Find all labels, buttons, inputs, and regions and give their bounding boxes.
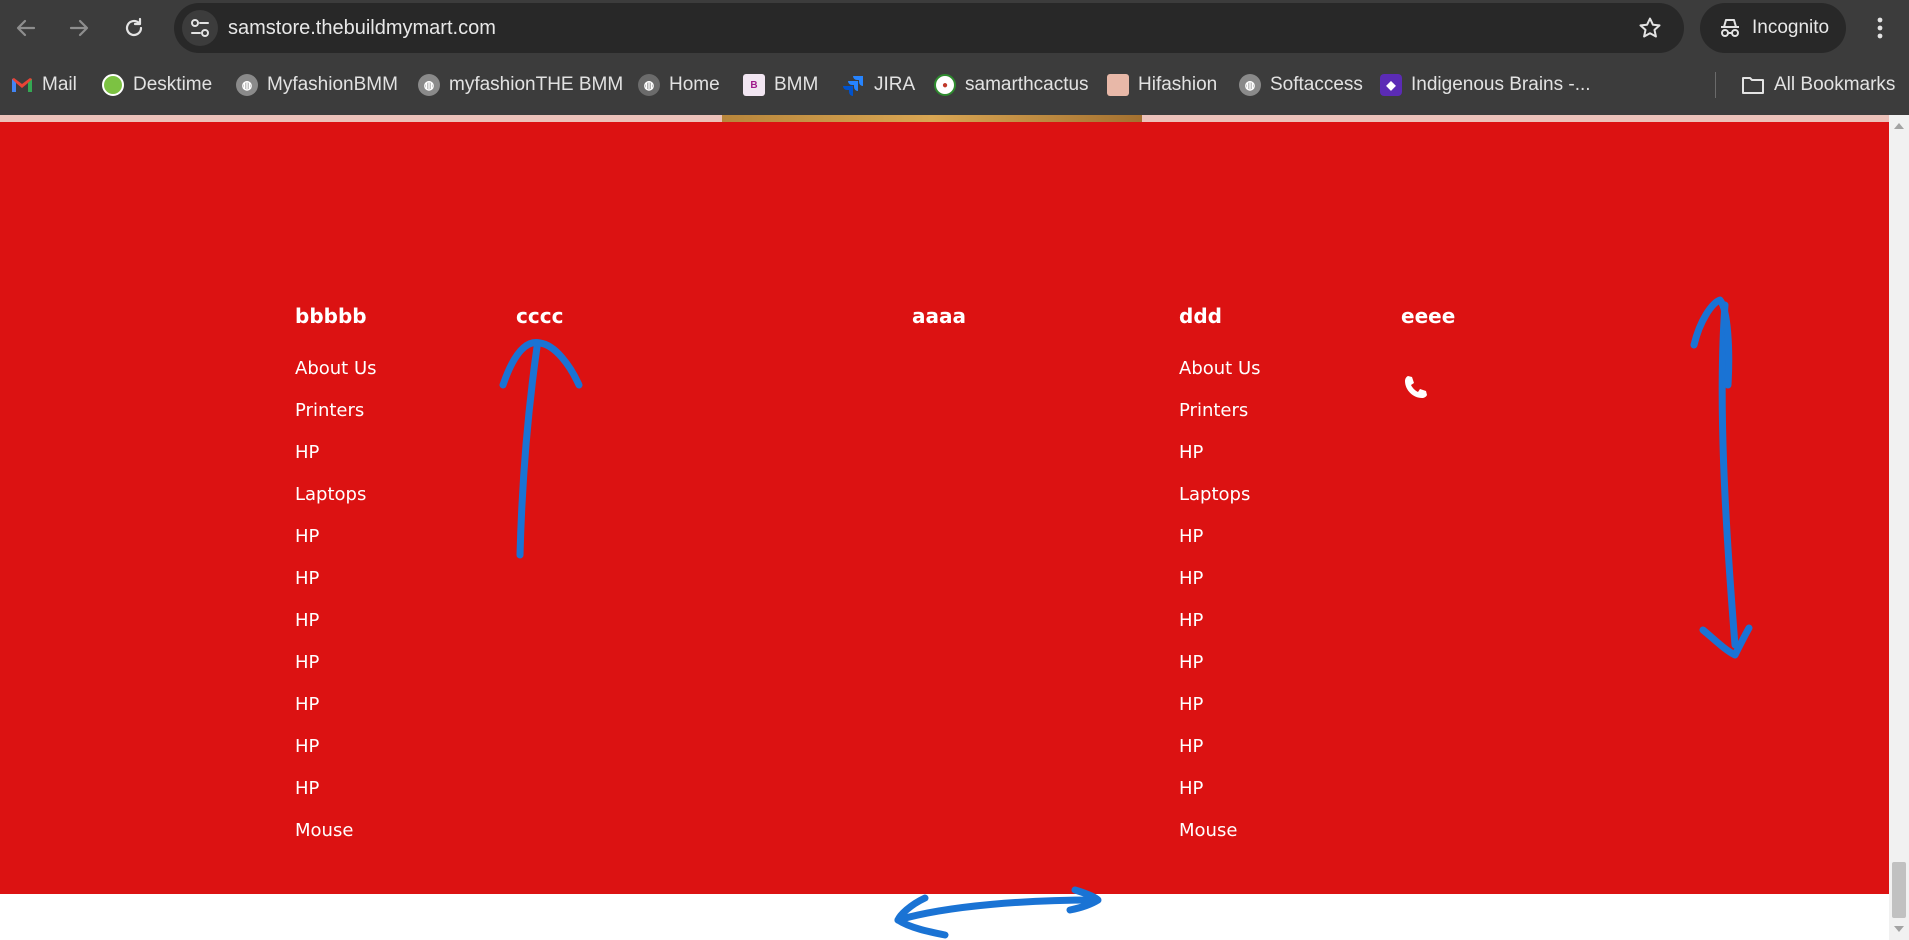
bookmark-label: Hifashion xyxy=(1138,74,1218,95)
tune-icon xyxy=(191,19,209,37)
bookmark-star-icon[interactable] xyxy=(1638,16,1662,40)
footer-link[interactable]: HP xyxy=(1179,610,1261,652)
footer-link-list: About Us Printers HP Laptops HP HP HP HP… xyxy=(295,358,377,862)
footer-link[interactable]: Printers xyxy=(295,400,377,442)
bookmark-mail[interactable]: Mail xyxy=(11,69,77,101)
footer-link[interactable]: Mouse xyxy=(1179,820,1261,862)
footer-link[interactable]: HP xyxy=(1179,568,1261,610)
forward-arrow-icon xyxy=(69,19,89,37)
footer-link[interactable]: Laptops xyxy=(1179,484,1261,526)
bookmark-label: myfashionTHE BMM xyxy=(449,74,624,95)
bookmark-label: JIRA xyxy=(874,74,916,95)
page-below-footer xyxy=(0,894,1889,940)
footer-link[interactable]: HP xyxy=(1179,778,1261,820)
footer-column-title: bbbbb xyxy=(295,304,367,328)
footer-column-ddd: ddd About Us Printers HP Laptops HP HP H… xyxy=(1179,302,1261,862)
gmail-icon xyxy=(12,78,32,92)
footer-link[interactable]: Laptops xyxy=(295,484,377,526)
bookmark-jira[interactable]: JIRA xyxy=(843,69,915,101)
footer-link[interactable]: HP xyxy=(1179,652,1261,694)
incognito-icon xyxy=(1721,19,1739,37)
page-scrollbar[interactable] xyxy=(1889,115,1909,940)
incognito-indicator[interactable]: Incognito xyxy=(1700,3,1846,53)
footer-link[interactable]: HP xyxy=(295,694,377,736)
bookmark-label: BMM xyxy=(774,74,819,95)
footer-link[interactable]: HP xyxy=(295,442,377,484)
footer-link[interactable]: Printers xyxy=(1179,400,1261,442)
globe-icon: ◍ xyxy=(236,74,258,96)
footer-link[interactable]: HP xyxy=(1179,442,1261,484)
bookmark-myfashionbmm[interactable]: ◍ MyfashionBMM xyxy=(236,69,398,101)
footer-link[interactable]: About Us xyxy=(1179,358,1261,400)
back-arrow-icon xyxy=(16,19,36,37)
cactus-icon: ● xyxy=(934,74,956,96)
globe-icon: ◍ xyxy=(418,74,440,96)
footer-column-aaaa: aaaa xyxy=(912,302,966,330)
url-text[interactable]: samstore.thebuildmymart.com xyxy=(228,17,496,40)
footer-link[interactable]: HP xyxy=(295,568,377,610)
hifashion-icon xyxy=(1107,74,1129,96)
desktime-icon xyxy=(102,74,124,96)
scroll-up-arrow-icon[interactable] xyxy=(1894,123,1904,129)
bookmark-softaccess[interactable]: ◍ Softaccess xyxy=(1239,69,1363,101)
indigenous-brains-icon: ◆ xyxy=(1380,74,1402,96)
folder-icon xyxy=(1742,77,1764,94)
more-vert-icon xyxy=(1877,17,1883,39)
footer-column-cccc: cccc xyxy=(516,302,563,330)
bookmark-indigenous-brains[interactable]: ◆ Indigenous Brains -... xyxy=(1380,69,1591,101)
all-bookmarks-label: All Bookmarks xyxy=(1774,74,1896,95)
footer-column-title: cccc xyxy=(516,304,564,328)
globe-icon: ◍ xyxy=(1239,74,1261,96)
footer-link[interactable]: HP xyxy=(1179,526,1261,568)
bookmark-home[interactable]: ◍ Home xyxy=(638,69,720,101)
bookmark-label: Softaccess xyxy=(1270,74,1363,95)
footer-link[interactable]: Mouse xyxy=(295,820,377,862)
footer-link[interactable]: HP xyxy=(295,736,377,778)
bookmark-desktime[interactable]: Desktime xyxy=(102,69,212,101)
bookmark-label: Indigenous Brains -... xyxy=(1411,74,1591,95)
bookmark-label: MyfashionBMM xyxy=(267,74,398,95)
scroll-thumb[interactable] xyxy=(1892,862,1906,918)
footer-link[interactable]: HP xyxy=(1179,694,1261,736)
browser-toolbar: samstore.thebuildmymart.com Incognito xyxy=(0,0,1909,56)
scroll-down-arrow-icon[interactable] xyxy=(1894,926,1904,932)
bookmarks-divider xyxy=(1715,72,1716,98)
bookmark-hifashion[interactable]: Hifashion xyxy=(1107,69,1217,101)
forward-button[interactable] xyxy=(61,10,97,46)
bookmark-label: Home xyxy=(669,74,720,95)
address-bar[interactable]: samstore.thebuildmymart.com xyxy=(174,3,1684,53)
bookmark-bmm[interactable]: B BMM xyxy=(743,69,818,101)
footer-column-title: eeee xyxy=(1401,304,1456,328)
bookmark-label: Desktime xyxy=(133,74,213,95)
bookmarks-bar: Mail Desktime ◍ MyfashionBMM ◍ myfashion… xyxy=(0,56,1909,115)
footer-link[interactable]: HP xyxy=(295,526,377,568)
reload-button[interactable] xyxy=(116,10,152,46)
site-footer: bbbbb About Us Printers HP Laptops HP HP… xyxy=(0,122,1889,894)
footer-link[interactable]: About Us xyxy=(295,358,377,400)
footer-column-title: aaaa xyxy=(912,304,966,328)
globe-icon: ◍ xyxy=(638,74,660,96)
bookmark-label: Mail xyxy=(42,74,77,95)
bookmark-samarthcactus[interactable]: ● samarthcactus xyxy=(934,69,1089,101)
footer-link-list: About Us Printers HP Laptops HP HP HP HP… xyxy=(1179,358,1261,862)
browser-menu-button[interactable] xyxy=(1868,12,1892,44)
all-bookmarks-button[interactable]: All Bookmarks xyxy=(1741,69,1895,101)
incognito-label: Incognito xyxy=(1752,17,1830,38)
footer-link[interactable]: HP xyxy=(1179,736,1261,778)
footer-column-title: ddd xyxy=(1179,304,1222,328)
footer-column-eeee: eeee xyxy=(1401,302,1455,330)
footer-link[interactable]: HP xyxy=(295,610,377,652)
back-button[interactable] xyxy=(8,10,44,46)
jira-icon xyxy=(843,76,863,96)
footer-column-bbbbb: bbbbb About Us Printers HP Laptops HP HP… xyxy=(295,302,377,862)
footer-link[interactable]: HP xyxy=(295,778,377,820)
bookmark-label: samarthcactus xyxy=(965,74,1089,95)
phone-icon[interactable] xyxy=(1402,373,1430,401)
footer-link[interactable]: HP xyxy=(295,652,377,694)
bmm-icon: B xyxy=(743,74,765,96)
reload-icon xyxy=(125,17,143,37)
site-info-button[interactable] xyxy=(182,10,218,46)
bookmark-myfashion-the-bmm[interactable]: ◍ myfashionTHE BMM xyxy=(418,69,623,101)
